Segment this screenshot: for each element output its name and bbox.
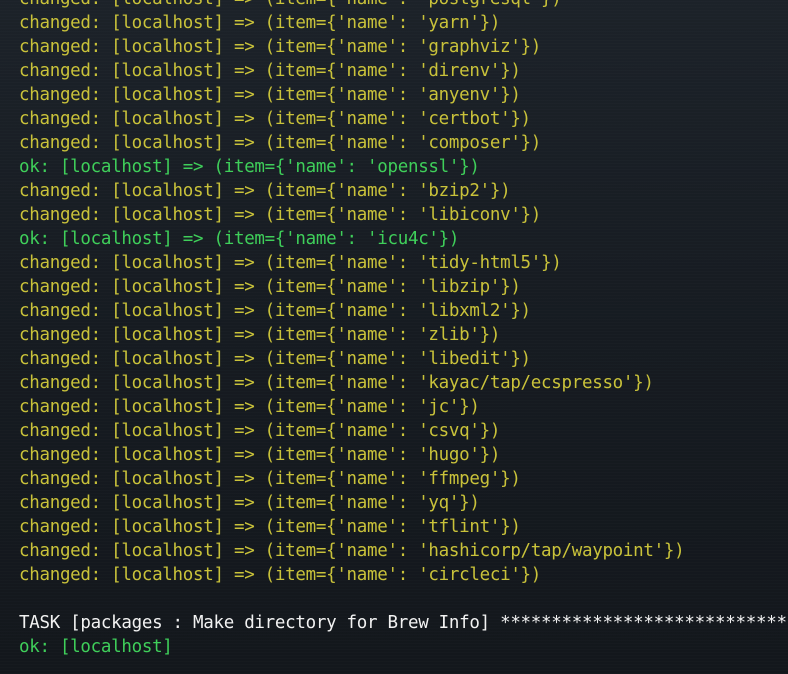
changed-output-line: changed: [localhost] => (item={'name': '… (19, 205, 542, 225)
changed-output-line: changed: [localhost] => (item={'name': '… (19, 133, 542, 153)
changed-output-line: changed: [localhost] => (item={'name': '… (19, 421, 501, 441)
changed-output-line: changed: [localhost] => (item={'name': '… (19, 13, 501, 33)
changed-output-line: changed: [localhost] => (item={'name': '… (19, 373, 654, 393)
ok-output-line: ok: [localhost] (19, 637, 173, 657)
changed-output-line: changed: [localhost] => (item={'name': '… (19, 109, 531, 129)
terminal-window[interactable]: changed: [localhost] => (item={'name': '… (0, 0, 788, 674)
changed-output-line: changed: [localhost] => (item={'name': '… (19, 301, 531, 321)
changed-output-line: changed: [localhost] => (item={'name': '… (19, 445, 501, 465)
ok-output-line: ok: [localhost] => (item={'name': 'icu4c… (19, 229, 460, 249)
ok-output-line: ok: [localhost] => (item={'name': 'opens… (19, 157, 480, 177)
changed-output-line: changed: [localhost] => (item={'name': '… (19, 277, 521, 297)
changed-output-line: changed: [localhost] => (item={'name': '… (19, 397, 480, 417)
changed-output-line: changed: [localhost] => (item={'name': '… (19, 181, 511, 201)
changed-output-line: changed: [localhost] => (item={'name': '… (19, 469, 521, 489)
changed-output-line: changed: [localhost] => (item={'name': '… (19, 37, 542, 57)
changed-output-line: changed: [localhost] => (item={'name': '… (19, 517, 521, 537)
changed-output-line: changed: [localhost] => (item={'name': '… (19, 61, 521, 81)
changed-output-line: changed: [localhost] => (item={'name': '… (19, 325, 501, 345)
terminal-output: changed: [localhost] => (item={'name': '… (19, 0, 788, 659)
changed-output-line: changed: [localhost] => (item={'name': '… (19, 493, 480, 513)
changed-output-line: changed: [localhost] => (item={'name': '… (19, 541, 685, 561)
changed-output-line: changed: [localhost] => (item={'name': '… (19, 565, 542, 585)
changed-output-line: changed: [localhost] => (item={'name': '… (19, 85, 521, 105)
changed-output-line: changed: [localhost] => (item={'name': '… (19, 253, 562, 273)
task-output-line: TASK [packages : Make directory for Brew… (19, 613, 788, 633)
changed-output-line: changed: [localhost] => (item={'name': '… (19, 0, 788, 11)
changed-output-line: changed: [localhost] => (item={'name': '… (19, 349, 531, 369)
